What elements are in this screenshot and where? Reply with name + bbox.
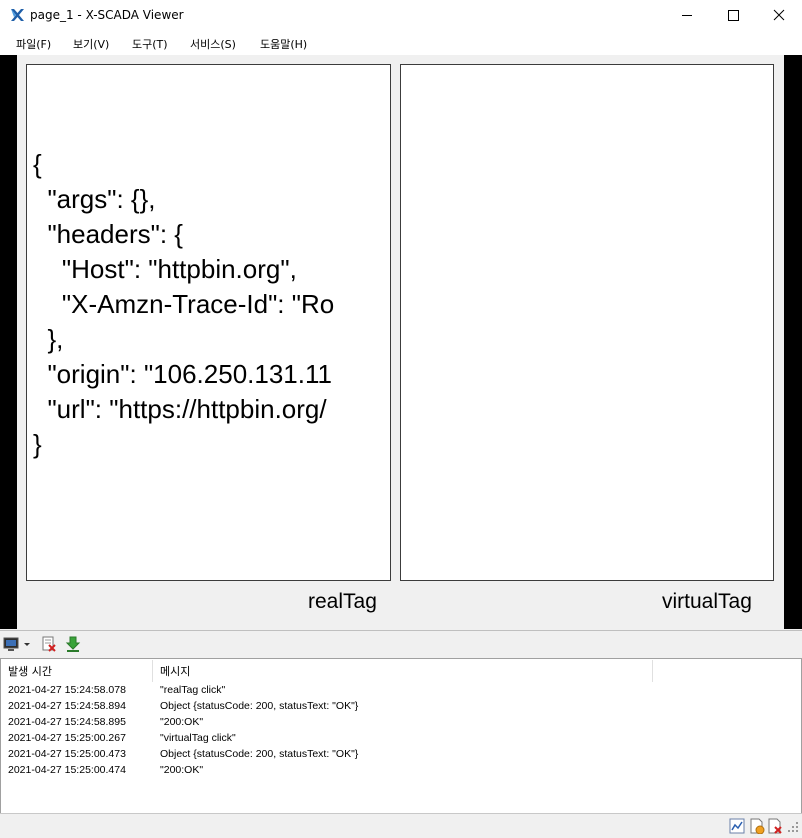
column-header-message[interactable]: 메시지 [160, 663, 190, 679]
json-response-text: { "args": {}, "headers": { "Host": "http… [33, 149, 335, 459]
log-row-time: 2021-04-27 15:25:00.473 [8, 748, 126, 760]
minimize-button[interactable] [664, 0, 710, 31]
real-tag-button[interactable]: realTag [308, 590, 377, 614]
real-tag-panel[interactable]: { "args": {}, "headers": { "Host": "http… [26, 64, 391, 581]
menu-tools[interactable]: 도구(T) [132, 36, 168, 52]
menu-bar [0, 31, 802, 55]
status-bar [0, 813, 802, 838]
document-run-icon[interactable] [749, 818, 765, 834]
log-row-message: "200:OK" [160, 764, 204, 776]
maximize-button[interactable] [710, 0, 756, 31]
resize-grip-icon[interactable] [788, 822, 800, 834]
close-button[interactable] [756, 0, 802, 31]
log-row-message: "realTag click" [160, 684, 226, 696]
menu-services[interactable]: 서비스(S) [190, 36, 236, 52]
x-scada-logo-icon [11, 9, 24, 21]
log-row-message: "virtualTag click" [160, 732, 236, 744]
document-stop-icon[interactable] [767, 818, 783, 834]
column-separator[interactable] [152, 660, 153, 682]
log-row-time: 2021-04-27 15:25:00.267 [8, 732, 126, 744]
log-row-time: 2021-04-27 15:24:58.078 [8, 684, 126, 696]
log-toolbar [0, 630, 802, 659]
menu-view[interactable]: 보기(V) [73, 36, 109, 52]
chart-icon[interactable] [729, 818, 745, 834]
log-row-message: Object {statusCode: 200, statusText: "OK… [160, 700, 359, 712]
window-title: page_1 - X-SCADA Viewer [30, 8, 184, 22]
log-row-message: Object {statusCode: 200, statusText: "OK… [160, 748, 359, 760]
monitor-icon[interactable] [3, 636, 19, 652]
log-row-time: 2021-04-27 15:24:58.895 [8, 716, 126, 728]
virtual-tag-button[interactable]: virtualTag [662, 590, 752, 614]
log-row-message: "200:OK" [160, 716, 204, 728]
column-header-time[interactable]: 발생 시간 [8, 663, 52, 679]
dropdown-arrow-icon[interactable] [23, 640, 31, 648]
menu-file[interactable]: 파일(F) [16, 36, 51, 52]
menu-help[interactable]: 도움말(H) [260, 36, 307, 52]
clear-log-icon[interactable] [41, 636, 57, 652]
minimize-icon [682, 15, 692, 16]
close-icon [773, 9, 785, 21]
virtual-tag-panel[interactable] [400, 64, 774, 581]
log-row-time: 2021-04-27 15:25:00.474 [8, 764, 126, 776]
column-separator[interactable] [652, 660, 653, 682]
download-icon[interactable] [65, 636, 81, 652]
log-row-time: 2021-04-27 15:24:58.894 [8, 700, 126, 712]
maximize-icon [728, 10, 739, 21]
